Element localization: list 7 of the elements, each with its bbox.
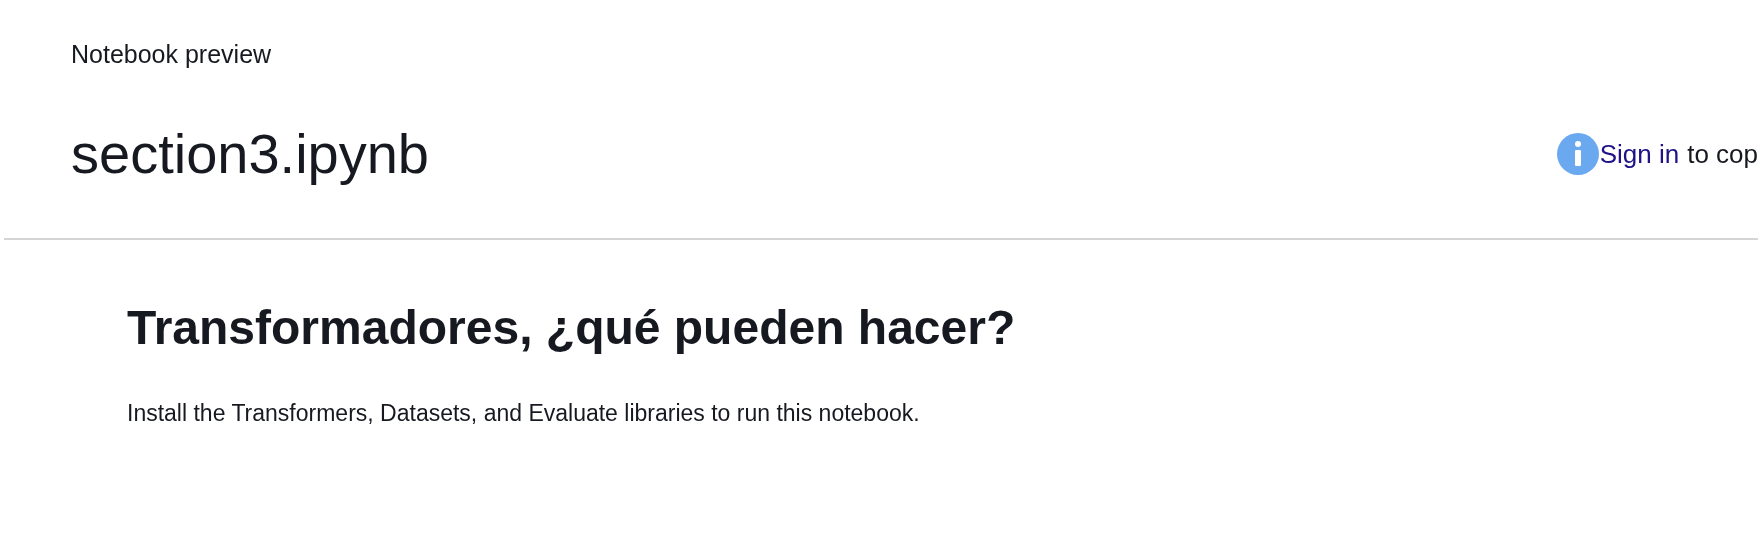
page-label: Notebook preview — [71, 39, 273, 70]
info-icon — [1556, 133, 1599, 175]
notebook-title: section3.ipynb — [71, 122, 429, 186]
sign-in-link[interactable]: Sign in — [1599, 134, 1680, 174]
notebook-paragraph: Install the Transformers, Datasets, and Evaluate libraries to run this notebook. — [127, 399, 921, 428]
notebook-heading: Transformadores, ¿qué pueden hacer? — [127, 300, 1017, 356]
notice-text: to cop — [1687, 137, 1758, 171]
